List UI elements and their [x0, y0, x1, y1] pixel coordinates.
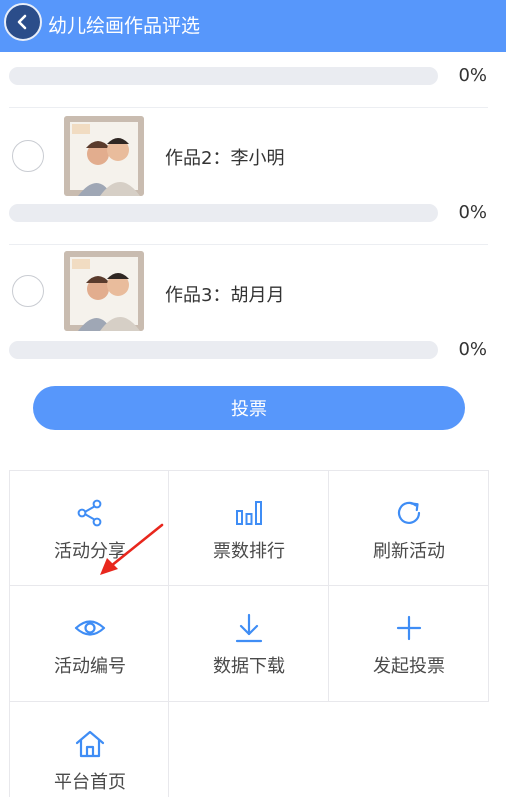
- menu-label: 平台首页: [54, 772, 126, 793]
- select-radio[interactable]: [12, 275, 44, 307]
- item-title: 作品2：李小明: [165, 148, 285, 169]
- list-item[interactable]: 作品3：胡月月: [9, 245, 488, 381]
- menu-label: 活动编号: [54, 656, 126, 677]
- vote-button[interactable]: 投票: [33, 386, 465, 430]
- share-activity-button[interactable]: 活动分享: [9, 470, 169, 586]
- percent-label: 0%: [458, 202, 487, 223]
- artwork-thumbnail[interactable]: [64, 251, 144, 331]
- start-vote-button[interactable]: 发起投票: [329, 586, 489, 702]
- menu-label: 刷新活动: [373, 541, 445, 562]
- plus-icon: [396, 615, 422, 641]
- vote-ranking-button[interactable]: 票数排行: [169, 470, 329, 586]
- select-radio[interactable]: [12, 140, 44, 172]
- home-icon: [75, 730, 105, 758]
- page-title: 幼儿绘画作品评选: [48, 15, 201, 37]
- percent-label: 0%: [458, 339, 487, 360]
- data-download-button[interactable]: 数据下载: [169, 586, 329, 702]
- list-item[interactable]: 作品2：李小明: [9, 108, 488, 244]
- share-icon: [77, 499, 102, 527]
- menu-label: 活动分享: [54, 541, 126, 562]
- menu-label: 发起投票: [373, 656, 445, 677]
- chevron-left-icon: [17, 14, 27, 30]
- refresh-activity-button[interactable]: 刷新活动: [329, 470, 489, 586]
- artwork-thumbnail[interactable]: [64, 116, 144, 196]
- bar-chart-icon: [236, 501, 262, 525]
- item-title: 作品3：胡月月: [165, 285, 285, 306]
- menu-label: 票数排行: [213, 541, 285, 562]
- menu-label: 数据下载: [213, 656, 285, 677]
- eye-icon: [74, 620, 106, 636]
- back-button[interactable]: [4, 3, 42, 41]
- refresh-icon: [397, 501, 421, 524]
- progress-bar: [9, 67, 438, 85]
- action-grid: 活动分享 票数排行 刷新活动 活动编号 数据下载 发起投票 平台首页: [9, 470, 489, 797]
- activity-number-button[interactable]: 活动编号: [9, 586, 169, 702]
- progress-bar: [9, 204, 438, 222]
- download-icon: [235, 613, 263, 643]
- progress-bar: [9, 341, 438, 359]
- percent-label: 0%: [458, 65, 487, 86]
- platform-home-button[interactable]: 平台首页: [9, 702, 169, 797]
- app-header: 幼儿绘画作品评选: [0, 0, 506, 52]
- vote-content: 0% 作品2：李小明 0% 作品3：胡月月 0% 投票 活动分享 票数排行 刷新…: [0, 52, 506, 797]
